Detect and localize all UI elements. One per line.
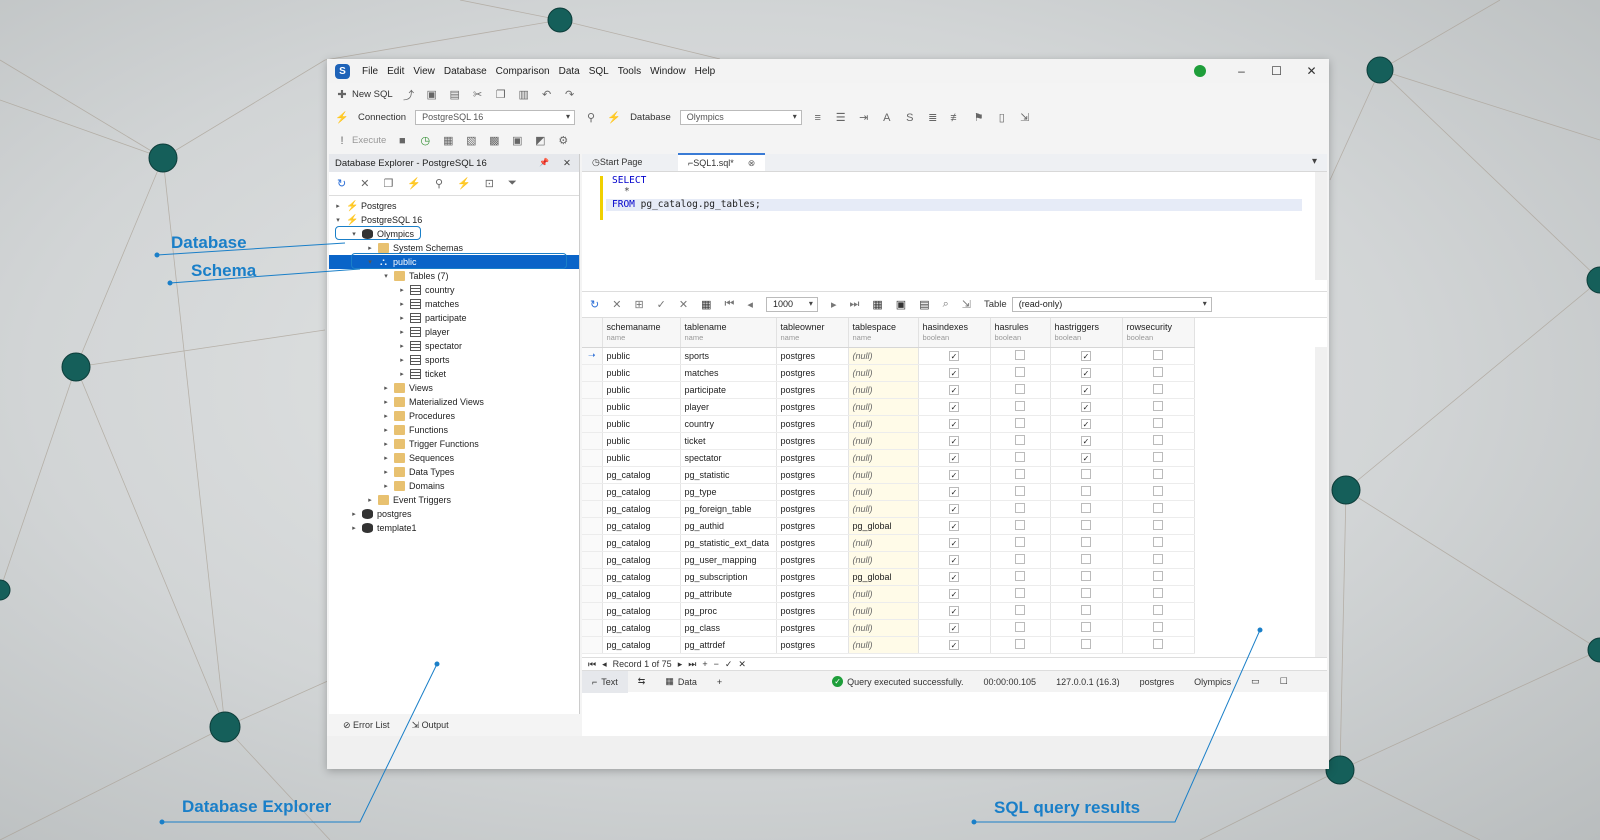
callout-database-explorer: Database Explorer [182,797,332,816]
callout-lines [154,242,1263,825]
callout-database: Database [171,233,247,252]
callout-sql-results: SQL query results [994,798,1141,817]
callout-schema: Schema [191,261,257,280]
